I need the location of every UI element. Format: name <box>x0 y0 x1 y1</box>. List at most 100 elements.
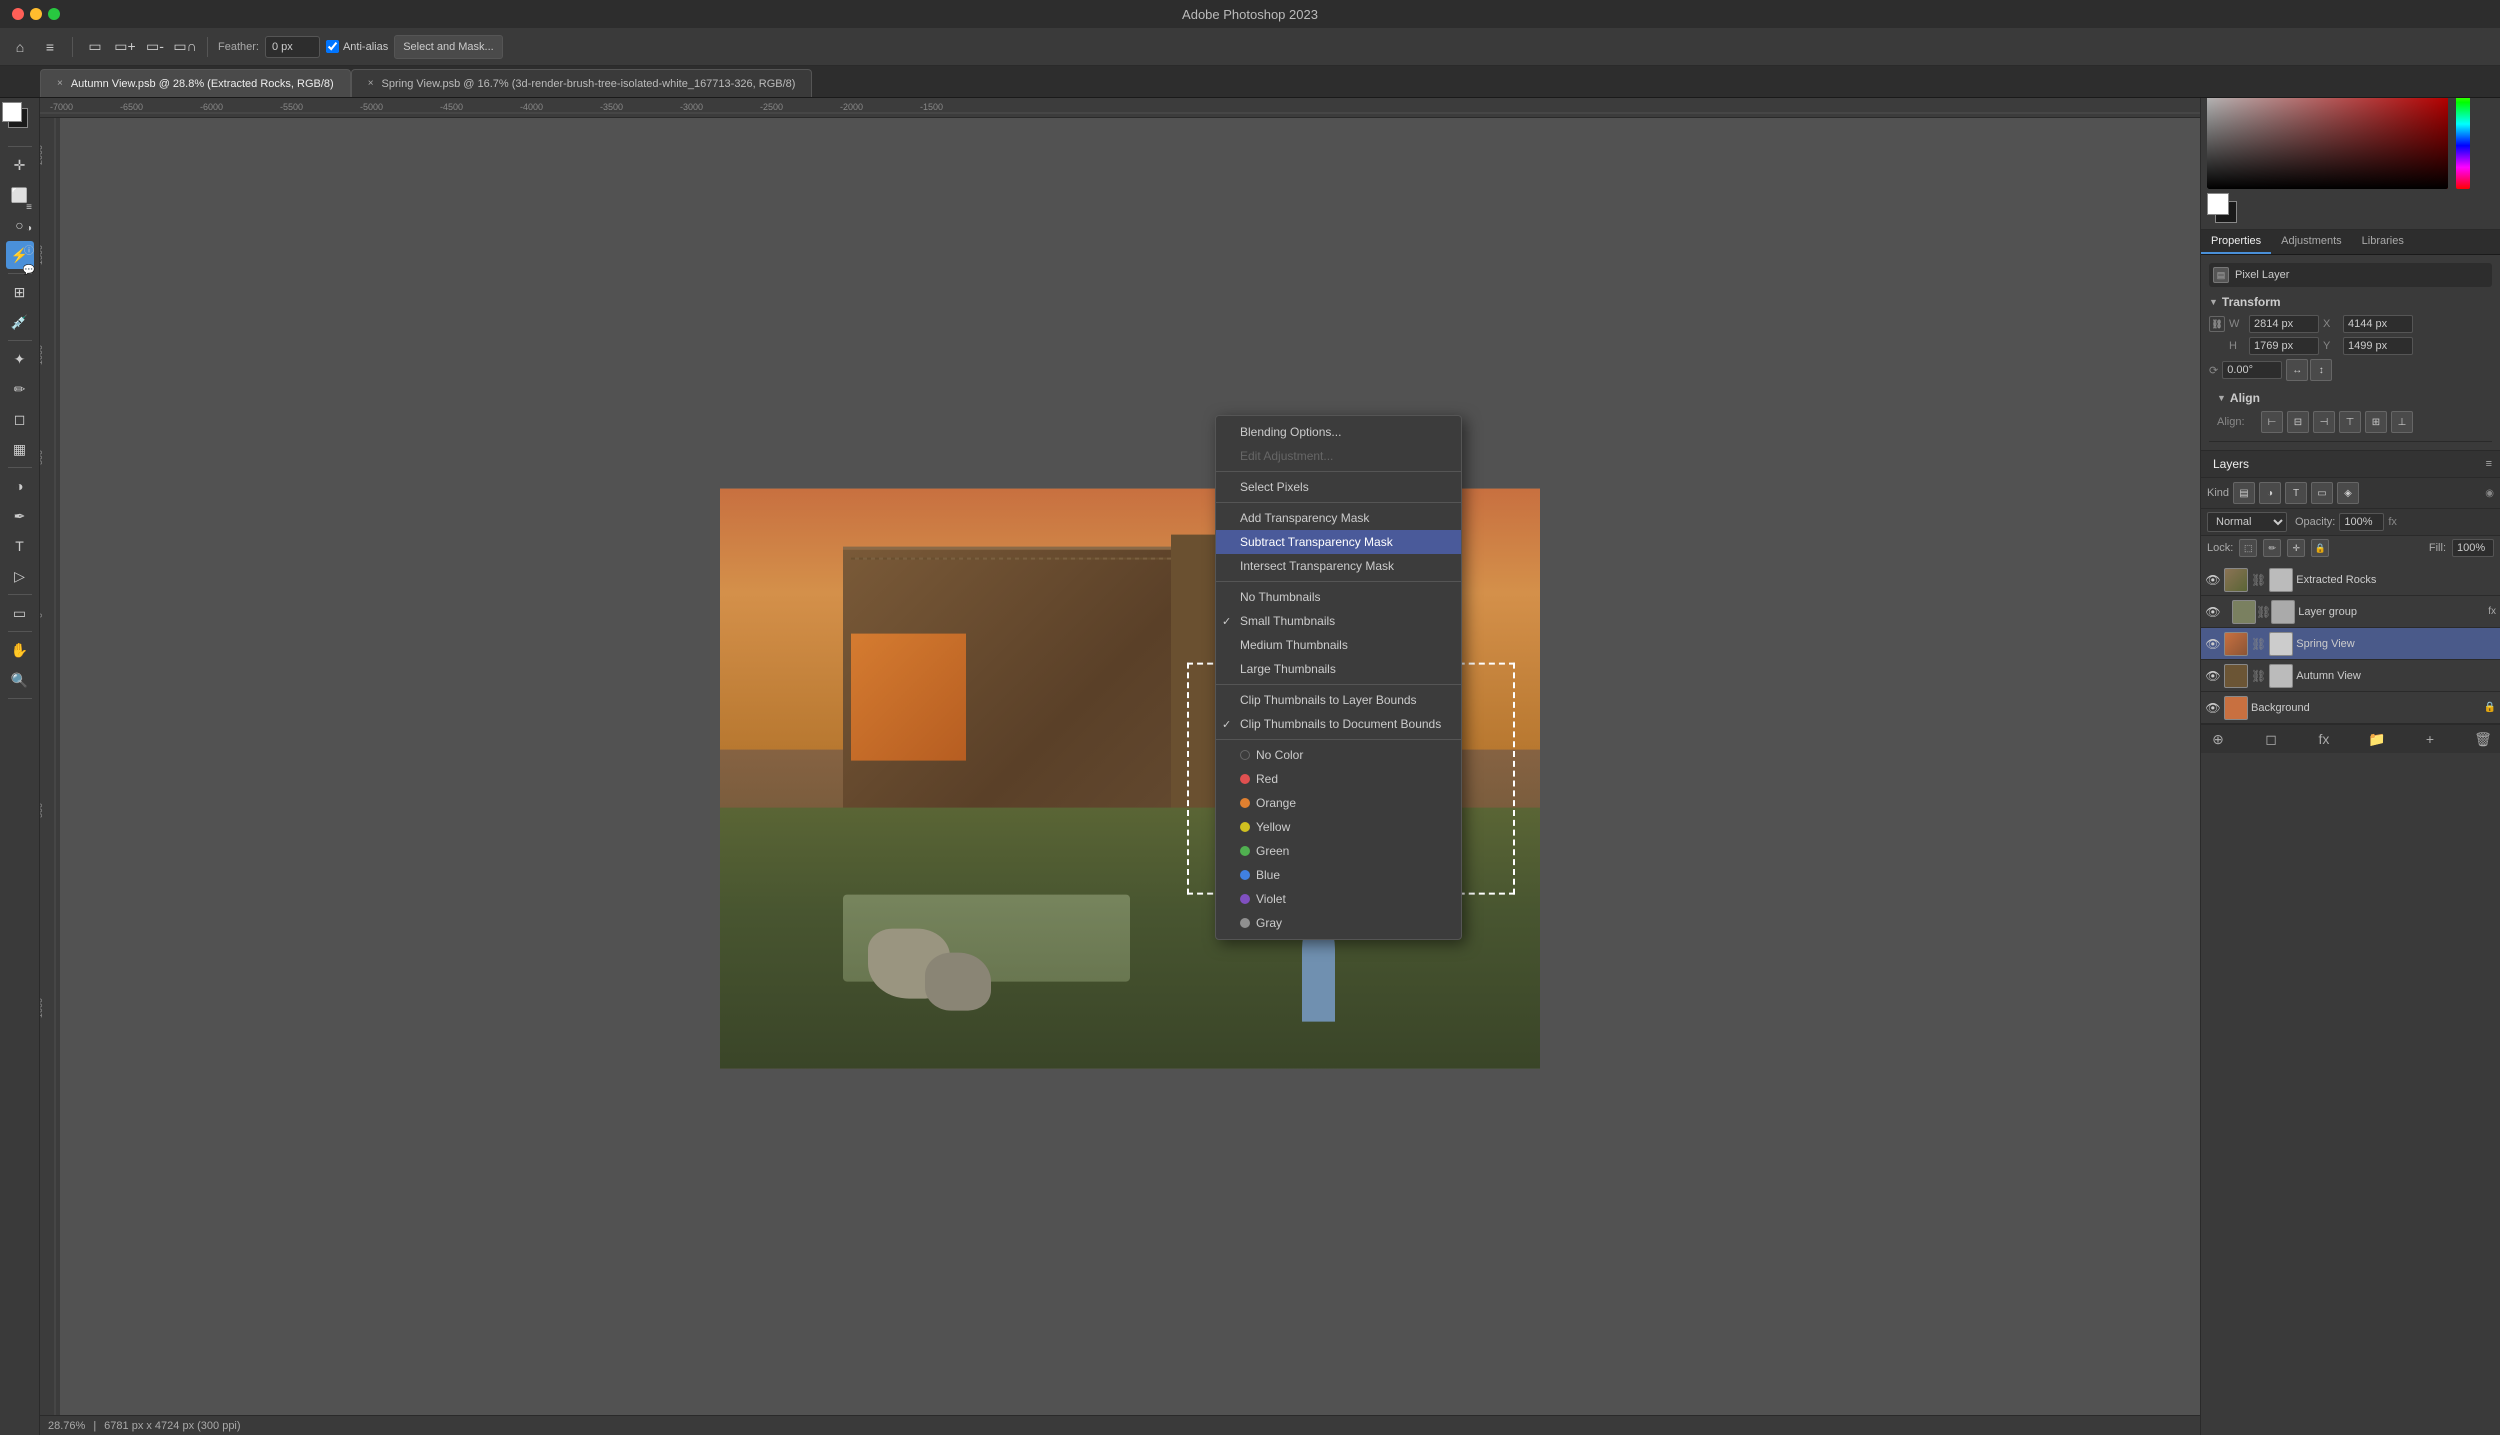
align-left-button[interactable]: ⊢ <box>2261 411 2283 433</box>
delete-layer-btn[interactable]: 🗑 <box>2472 728 2494 750</box>
layers-menu-icon[interactable]: ≡ <box>2486 458 2492 470</box>
antialias-label[interactable]: Anti-alias <box>326 40 388 53</box>
menu-item-orange[interactable]: Orange <box>1216 791 1461 815</box>
new-layer-btn[interactable]: + <box>2419 728 2441 750</box>
tool-brush[interactable]: ✏ <box>6 375 34 403</box>
props-tab-properties[interactable]: Properties <box>2201 230 2271 254</box>
blend-mode-select[interactable]: Normal <box>2207 512 2287 532</box>
props-tab-adjustments[interactable]: Adjustments <box>2271 230 2352 254</box>
lock-pixels[interactable]: ✏ <box>2263 539 2281 557</box>
layer-visibility-3[interactable]: 👁 <box>2205 668 2221 684</box>
toolbar-intersect[interactable]: ▭∩ <box>173 35 197 59</box>
align-bottom-button[interactable]: ⊥ <box>2391 411 2413 433</box>
lock-transparency[interactable]: ⬚ <box>2239 539 2257 557</box>
menu-item-no-color[interactable]: No Color <box>1216 743 1461 767</box>
close-button[interactable] <box>12 8 24 20</box>
tab-spring-close[interactable]: × <box>368 78 374 89</box>
layer-row-4[interactable]: 👁 Background 🔒 <box>2201 692 2500 724</box>
layer-row-1[interactable]: 👁 ⛓ Layer group fx <box>2201 596 2500 628</box>
menu-item-intersect-transparency[interactable]: Intersect Transparency Mask <box>1216 554 1461 578</box>
tool-heal[interactable]: ✦ <box>6 345 34 373</box>
tool-shape[interactable]: ▭ <box>6 599 34 627</box>
layer-row-3[interactable]: 👁 ⛓ Autumn View <box>2201 660 2500 692</box>
lock-position[interactable]: ✛ <box>2287 539 2305 557</box>
tool-hand[interactable]: ✋ <box>6 636 34 664</box>
align-center-h-button[interactable]: ⊟ <box>2287 411 2309 433</box>
lock-all[interactable]: 🔒 <box>2311 539 2329 557</box>
w-input[interactable] <box>2249 315 2319 333</box>
flip-h-button[interactable]: ↔ <box>2286 359 2308 381</box>
fill-input[interactable] <box>2452 539 2494 557</box>
layer-visibility-2[interactable]: 👁 <box>2205 636 2221 652</box>
menu-item-medium-thumbnails[interactable]: Medium Thumbnails <box>1216 633 1461 657</box>
layer-row-0[interactable]: 👁 ⛓ Extracted Rocks <box>2201 564 2500 596</box>
select-and-mask-button[interactable]: Select and Mask... <box>394 35 503 59</box>
chain-link-icon[interactable]: ⛓ <box>2209 316 2225 332</box>
menu-item-subtract-transparency[interactable]: Subtract Transparency Mask <box>1216 530 1461 554</box>
color-swatches[interactable] <box>2 102 38 138</box>
canvas-area[interactable]: 🦅 ‌ 🦅 ‌ 🦅 <box>60 118 2200 1415</box>
h-input[interactable] <box>2249 337 2319 355</box>
props-tab-libraries[interactable]: Libraries <box>2352 230 2414 254</box>
layer-visibility-1[interactable]: 👁 <box>2205 604 2221 620</box>
menu-item-violet[interactable]: Violet <box>1216 887 1461 911</box>
tab-autumn-close[interactable]: × <box>57 78 63 89</box>
tool-crop[interactable]: ⊞ <box>6 278 34 306</box>
tool-path-select[interactable]: ▷ <box>6 562 34 590</box>
panel-icon-adjust[interactable]: ◑ <box>20 219 38 237</box>
menu-item-blending[interactable]: Blending Options... <box>1216 420 1461 444</box>
menu-item-green[interactable]: Green <box>1216 839 1461 863</box>
filter-adjust[interactable]: ◑ <box>2259 482 2281 504</box>
tool-move[interactable]: ✛ <box>6 151 34 179</box>
tool-pen[interactable]: ✒ <box>6 502 34 530</box>
align-top-button[interactable]: ⊤ <box>2339 411 2361 433</box>
menu-item-large-thumbnails[interactable]: Large Thumbnails <box>1216 657 1461 681</box>
add-fill-layer-btn[interactable]: ⊕ <box>2207 728 2229 750</box>
tool-eraser[interactable]: ◻ <box>6 405 34 433</box>
y-input[interactable] <box>2343 337 2413 355</box>
layer-visibility-0[interactable]: 👁 <box>2205 572 2221 588</box>
tool-zoom[interactable]: 🔍 <box>6 666 34 694</box>
toolbar-rect[interactable]: ▭ <box>83 35 107 59</box>
flip-v-button[interactable]: ↕ <box>2310 359 2332 381</box>
tab-autumn[interactable]: × Autumn View.psb @ 28.8% (Extracted Roc… <box>40 69 351 97</box>
align-center-v-button[interactable]: ⊞ <box>2365 411 2387 433</box>
menu-item-add-transparency[interactable]: Add Transparency Mask <box>1216 506 1461 530</box>
antialias-checkbox[interactable] <box>326 40 339 53</box>
toolbar-add-to[interactable]: ▭+ <box>113 35 137 59</box>
menu-item-gray[interactable]: Gray <box>1216 911 1461 935</box>
transform-header[interactable]: ▼ Transform <box>2209 295 2492 309</box>
fg-color-swatch[interactable] <box>2207 193 2229 215</box>
menu-item-no-thumbnails[interactable]: No Thumbnails <box>1216 585 1461 609</box>
layer-visibility-4[interactable]: 👁 <box>2205 700 2221 716</box>
minimize-button[interactable] <box>30 8 42 20</box>
menu-item-blue[interactable]: Blue <box>1216 863 1461 887</box>
toolbar-options[interactable]: ≡ <box>38 35 62 59</box>
menu-item-clip-doc-bounds[interactable]: ✓ Clip Thumbnails to Document Bounds <box>1216 712 1461 736</box>
menu-item-red[interactable]: Red <box>1216 767 1461 791</box>
align-right-button[interactable]: ⊣ <box>2313 411 2335 433</box>
tab-spring[interactable]: × Spring View.psb @ 16.7% (3d-render-bru… <box>351 69 813 97</box>
tool-gradient[interactable]: ▦ <box>6 435 34 463</box>
panel-icon-layers[interactable]: ≡ <box>20 198 38 216</box>
layer-effects-btn[interactable]: fx <box>2313 728 2335 750</box>
align-header[interactable]: ▼ Align <box>2217 391 2484 405</box>
x-input[interactable] <box>2343 315 2413 333</box>
toolbar-ps-home[interactable]: ⌂ <box>8 35 32 59</box>
filter-type[interactable]: T <box>2285 482 2307 504</box>
filter-shape[interactable]: ▭ <box>2311 482 2333 504</box>
foreground-color[interactable] <box>2 102 22 122</box>
tool-dodge[interactable]: ◑ <box>6 472 34 500</box>
panel-icon-props[interactable]: ⓘ <box>20 240 38 258</box>
opacity-input[interactable] <box>2339 513 2384 531</box>
menu-item-yellow[interactable]: Yellow <box>1216 815 1461 839</box>
layers-tab[interactable]: Layers <box>2209 455 2253 473</box>
add-mask-btn[interactable]: ◻ <box>2260 728 2282 750</box>
layer-row-2[interactable]: 👁 ⛓ Spring View <box>2201 628 2500 660</box>
fg-bg-swatches[interactable] <box>2207 193 2247 225</box>
menu-item-clip-layer-bounds[interactable]: Clip Thumbnails to Layer Bounds <box>1216 688 1461 712</box>
tool-type[interactable]: T <box>6 532 34 560</box>
feather-input[interactable] <box>265 36 320 58</box>
panel-icon-chat[interactable]: 💬 <box>20 261 38 279</box>
menu-item-small-thumbnails[interactable]: ✓ Small Thumbnails <box>1216 609 1461 633</box>
